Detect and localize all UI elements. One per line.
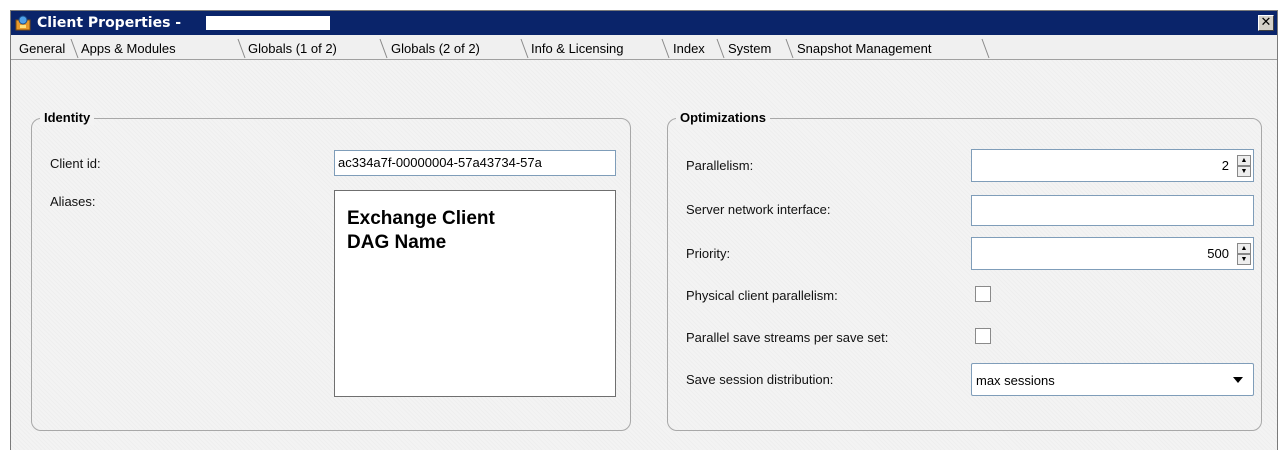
- aliases-line-2: DAG Name: [347, 232, 447, 253]
- priority-value: 500: [1207, 246, 1229, 261]
- tab-separator: [379, 38, 388, 59]
- window-title: Client Properties -: [37, 15, 182, 31]
- optimizations-group: Optimizations Parallelism: 2 ▲ ▼ Server …: [667, 110, 1262, 431]
- tab-content-globals-1: Identity Client id: ac334a7f-00000004-57…: [11, 60, 1277, 450]
- tab-general[interactable]: General: [19, 39, 65, 59]
- identity-group: Identity Client id: ac334a7f-00000004-57…: [31, 110, 631, 431]
- tab-globals-1[interactable]: Globals (1 of 2): [248, 39, 337, 59]
- save-session-distribution-select[interactable]: max sessions: [971, 363, 1254, 396]
- server-network-interface-label: Server network interface:: [686, 202, 831, 217]
- tab-system[interactable]: System: [728, 39, 771, 59]
- client-id-label: Client id:: [50, 156, 101, 171]
- parallel-save-streams-label: Parallel save streams per save set:: [686, 330, 889, 345]
- tab-separator: [981, 38, 990, 59]
- spin-down-icon[interactable]: ▼: [1237, 254, 1251, 265]
- tab-bar: General Apps & Modules Globals (1 of 2) …: [11, 35, 1277, 60]
- priority-spin-buttons[interactable]: ▲ ▼: [1237, 243, 1251, 265]
- parallelism-spin-buttons[interactable]: ▲ ▼: [1237, 155, 1251, 177]
- parallelism-label: Parallelism:: [686, 158, 754, 173]
- physical-client-parallelism-checkbox[interactable]: [975, 286, 991, 302]
- close-icon: ✕: [1260, 15, 1272, 30]
- aliases-textarea[interactable]: Exchange Client DAG Name: [334, 190, 616, 397]
- tab-separator: [785, 38, 794, 59]
- parallelism-value: 2: [1221, 158, 1229, 173]
- save-session-distribution-label: Save session distribution:: [686, 372, 834, 387]
- tab-separator: [520, 38, 529, 59]
- chevron-down-icon[interactable]: [1233, 377, 1243, 383]
- tab-separator: [661, 38, 670, 59]
- tab-separator: [716, 38, 725, 59]
- optimizations-group-title: Optimizations: [676, 110, 770, 125]
- spin-up-icon[interactable]: ▲: [1237, 155, 1251, 166]
- priority-spinner[interactable]: 500 ▲ ▼: [971, 237, 1254, 270]
- spin-up-icon[interactable]: ▲: [1237, 243, 1251, 254]
- title-bar[interactable]: Client Properties - ✕: [11, 11, 1277, 35]
- client-id-value: ac334a7f-00000004-57a43734-57a: [338, 155, 542, 170]
- tab-separator: [237, 38, 246, 59]
- title-redacted-field: [206, 16, 330, 30]
- tab-index[interactable]: Index: [673, 39, 705, 59]
- client-id-field[interactable]: ac334a7f-00000004-57a43734-57a: [334, 150, 616, 176]
- tab-apps-modules[interactable]: Apps & Modules: [81, 39, 176, 59]
- client-properties-window: Client Properties - ✕ General Apps & Mod…: [10, 10, 1278, 450]
- tab-globals-2[interactable]: Globals (2 of 2): [391, 39, 480, 59]
- physical-client-parallelism-label: Physical client parallelism:: [686, 288, 838, 303]
- server-network-interface-field[interactable]: [971, 195, 1254, 226]
- tab-info-licensing[interactable]: Info & Licensing: [531, 39, 624, 59]
- save-session-distribution-value: max sessions: [976, 373, 1055, 388]
- identity-group-title: Identity: [40, 110, 95, 125]
- aliases-text: Exchange Client DAG Name: [347, 207, 495, 255]
- spin-down-icon[interactable]: ▼: [1237, 166, 1251, 177]
- priority-label: Priority:: [686, 246, 731, 261]
- tab-separator: [70, 38, 79, 59]
- parallelism-spinner[interactable]: 2 ▲ ▼: [971, 149, 1254, 182]
- tab-snapshot-management[interactable]: Snapshot Management: [797, 39, 931, 59]
- client-properties-icon: [15, 15, 31, 31]
- close-button[interactable]: ✕: [1258, 15, 1274, 31]
- aliases-line-1: Exchange Client: [347, 208, 495, 229]
- parallel-save-streams-checkbox[interactable]: [975, 328, 991, 344]
- aliases-label: Aliases:: [50, 194, 96, 209]
